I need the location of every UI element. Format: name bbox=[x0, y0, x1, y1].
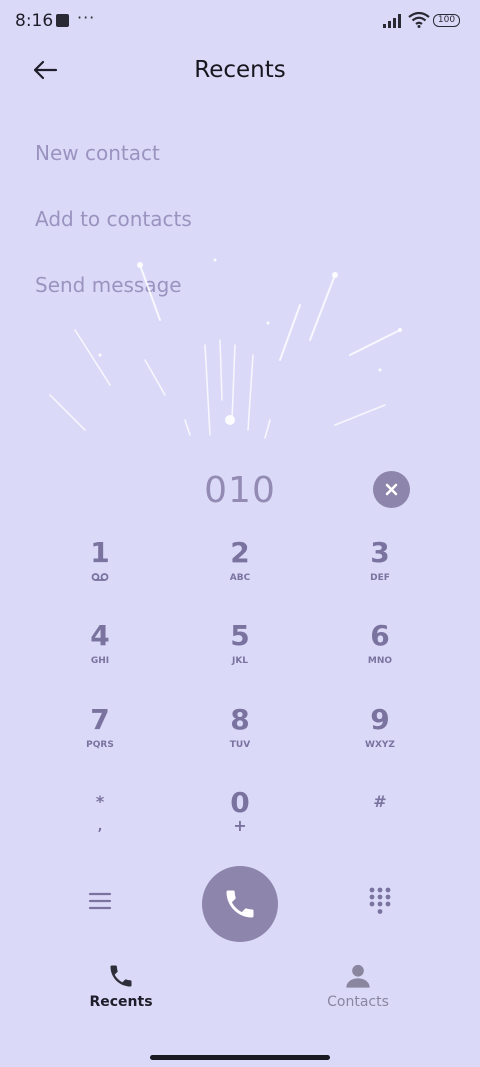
battery-icon: 100 bbox=[433, 14, 460, 27]
status-bar: 8:16 ··· 100 bbox=[0, 0, 480, 44]
key-letters: ABC bbox=[229, 573, 251, 583]
key-digit: 1 bbox=[90, 536, 110, 569]
key-1[interactable]: 1 bbox=[45, 538, 155, 608]
key-letters: TUV bbox=[229, 740, 251, 750]
key-digit: 4 bbox=[90, 619, 110, 652]
key-digit: 2 bbox=[230, 536, 250, 569]
delete-button[interactable] bbox=[373, 471, 410, 508]
key-letters: PQRS bbox=[86, 740, 114, 750]
key-letters: + bbox=[233, 816, 247, 835]
key-0[interactable]: 0 + bbox=[185, 788, 295, 858]
send-message-item[interactable]: Send message bbox=[35, 273, 182, 297]
signal-icon bbox=[383, 14, 401, 28]
tab-recents[interactable]: Recents bbox=[66, 962, 176, 1010]
person-icon bbox=[346, 964, 370, 988]
key-letters: DEF bbox=[370, 573, 390, 583]
key-4[interactable]: 4 GHI bbox=[45, 621, 155, 691]
key-digit: 3 bbox=[370, 536, 390, 569]
tab-label: Recents bbox=[89, 994, 153, 1010]
key-digit: 6 bbox=[370, 619, 390, 652]
key-letters: WXYZ bbox=[365, 740, 395, 750]
key-5[interactable]: 5 JKL bbox=[185, 621, 295, 691]
voicemail-icon bbox=[91, 573, 109, 581]
key-9[interactable]: 9 WXYZ bbox=[325, 705, 435, 775]
close-icon bbox=[385, 483, 398, 496]
key-letters: MNO bbox=[367, 656, 393, 666]
key-digit: 8 bbox=[230, 703, 250, 736]
key-letters: JKL bbox=[231, 656, 249, 666]
menu-icon[interactable] bbox=[87, 888, 113, 914]
key-letters: , bbox=[97, 819, 103, 833]
phone-icon bbox=[226, 890, 254, 918]
wifi-icon bbox=[408, 12, 430, 28]
dialpad-icon[interactable] bbox=[369, 887, 391, 915]
tab-label: Contacts bbox=[327, 994, 389, 1010]
key-digit: 5 bbox=[230, 619, 250, 652]
key-letters: GHI bbox=[90, 656, 110, 666]
key-digit: # bbox=[373, 792, 387, 811]
key-digit: 7 bbox=[90, 703, 110, 736]
key-3[interactable]: 3 DEF bbox=[325, 538, 435, 608]
key-8[interactable]: 8 TUV bbox=[185, 705, 295, 775]
status-time: 8:16 bbox=[15, 11, 54, 31]
key-hash[interactable]: # bbox=[325, 792, 435, 862]
key-6[interactable]: 6 MNO bbox=[325, 621, 435, 691]
add-to-contacts-item[interactable]: Add to contacts bbox=[35, 207, 192, 231]
tab-contacts[interactable]: Contacts bbox=[303, 962, 413, 1010]
key-digit: 0 bbox=[230, 786, 250, 819]
page-title: Recents bbox=[194, 57, 286, 83]
call-button[interactable] bbox=[202, 866, 278, 942]
key-2[interactable]: 2 ABC bbox=[185, 538, 295, 608]
key-digit: 9 bbox=[370, 703, 390, 736]
dialer-screen: 8:16 ··· 100 Recents New contact Add to … bbox=[0, 0, 480, 1067]
app-notification-icon bbox=[56, 14, 69, 27]
phone-icon bbox=[110, 965, 132, 987]
more-notifications-icon: ··· bbox=[77, 8, 96, 27]
key-7[interactable]: 7 PQRS bbox=[45, 705, 155, 775]
key-digit: * bbox=[95, 792, 105, 811]
new-contact-item[interactable]: New contact bbox=[35, 141, 160, 165]
key-star[interactable]: * , bbox=[45, 792, 155, 862]
home-indicator[interactable] bbox=[150, 1055, 330, 1060]
